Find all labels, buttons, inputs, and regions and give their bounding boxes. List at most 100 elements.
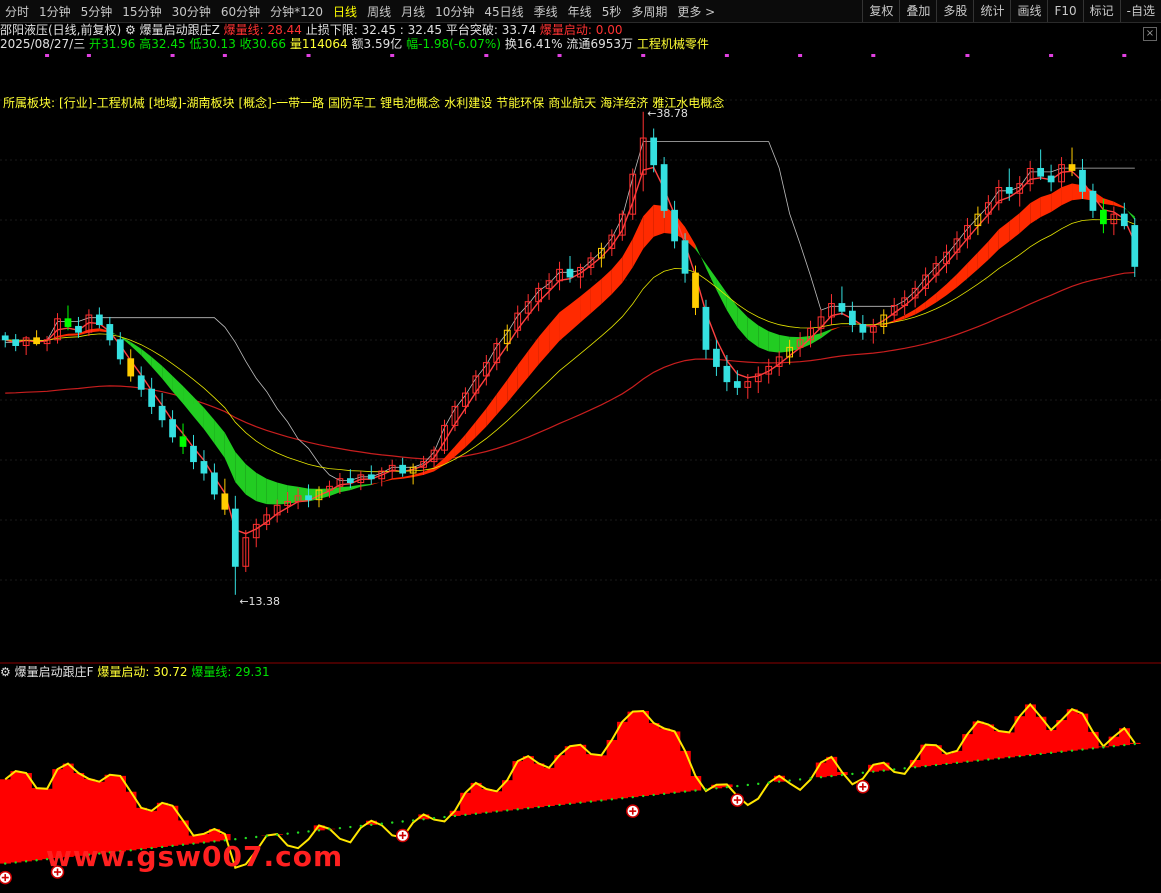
sub-fill-bar xyxy=(10,771,22,863)
sub-base-dot xyxy=(757,782,760,786)
sub-fill-bar xyxy=(20,773,32,862)
sub-base-dot xyxy=(1008,756,1011,759)
sub-fill-bar xyxy=(460,792,472,815)
tab-13[interactable]: 年线 xyxy=(563,3,597,20)
tab-14[interactable]: 5秒 xyxy=(597,3,627,20)
toolbar-btn-6[interactable]: 标记 xyxy=(1082,0,1120,22)
candle-body xyxy=(1120,213,1128,227)
tab-12[interactable]: 季线 xyxy=(529,3,563,20)
sub-base-dot xyxy=(380,822,383,825)
candle-body xyxy=(367,474,375,480)
sector-item-2[interactable]: [地域]-湖南板块 xyxy=(149,96,235,110)
sub-base-dot xyxy=(976,759,980,762)
sub-base-dot xyxy=(317,829,321,832)
sector-list: 所属板块: [行业]-工程机械 [地域]-湖南板块 [概念]-一带一路 国防军工 锂电池概… xyxy=(3,94,728,111)
settings-icon[interactable]: ⚙ xyxy=(0,665,11,679)
tab-10[interactable]: 10分钟 xyxy=(430,3,479,20)
sub-fill-bar xyxy=(1066,709,1078,751)
toolbar-btn-2[interactable]: 多股 xyxy=(936,0,973,22)
signal-dot xyxy=(45,54,50,57)
sector-item-5[interactable]: 锂电池概念 xyxy=(380,96,440,110)
min-price-label: ←13.38 xyxy=(239,595,280,608)
tab-7[interactable]: 日线 xyxy=(328,3,362,20)
sub-base-dot xyxy=(966,760,969,763)
toolbar-btn-0[interactable]: 复权 xyxy=(862,0,899,22)
ribbon-segment xyxy=(747,317,759,348)
ribbon-segment xyxy=(925,293,937,309)
tab-6[interactable]: 分钟*120 xyxy=(265,3,328,20)
sub-launch-label: 爆量启动: xyxy=(97,665,150,679)
toolbar-btn-1[interactable]: 叠加 xyxy=(899,0,936,22)
ribbon-segment xyxy=(549,312,560,353)
ribbon-segment xyxy=(956,263,968,288)
platform-value: 33.74 xyxy=(501,23,537,37)
toolbar-btn-5[interactable]: F10 xyxy=(1047,0,1082,22)
candle-body xyxy=(346,478,354,484)
sub-base-dot xyxy=(1039,752,1042,756)
tab-3[interactable]: 15分钟 xyxy=(117,3,166,20)
tab-1[interactable]: 1分钟 xyxy=(34,3,76,20)
candle-body xyxy=(838,303,846,312)
sector-item-4[interactable]: 国防军工 xyxy=(328,96,376,110)
sector-item-7[interactable]: 节能环保 xyxy=(496,96,544,110)
tab-5[interactable]: 60分钟 xyxy=(216,3,265,20)
high-label: 高 xyxy=(139,37,152,51)
tab-15[interactable]: 多周期 xyxy=(626,3,672,20)
sub-launch-value: 30.72 xyxy=(153,665,188,679)
sub-fill-bar xyxy=(491,791,503,812)
ribbon-segment xyxy=(371,481,382,485)
candle-body xyxy=(1,335,9,341)
settings-icon[interactable]: ⚙ xyxy=(125,23,136,37)
indicator-name[interactable]: 爆量启动跟庄Z xyxy=(140,23,220,37)
sub-base-dot xyxy=(1049,751,1053,755)
sub-base-dot xyxy=(600,799,603,802)
sub-indicator-name[interactable]: 爆量启动跟庄F xyxy=(15,665,94,679)
sector-item-8[interactable]: 商业航天 xyxy=(548,96,596,110)
close-icon[interactable]: × xyxy=(1143,27,1157,41)
tab-4[interactable]: 30分钟 xyxy=(167,3,216,20)
vol-value: 114064 xyxy=(301,37,348,51)
low-label: 低 xyxy=(189,37,202,51)
sub-base-dot xyxy=(704,788,708,791)
chart-canvas[interactable]: ←38.78←13.38 xyxy=(0,0,1161,893)
sector-item-10[interactable]: 雅江水电概念 xyxy=(652,96,724,110)
toolbar-btn-4[interactable]: 画线 xyxy=(1010,0,1047,22)
candle-body xyxy=(1068,164,1076,171)
sub-base-dot xyxy=(798,778,802,781)
sub-base-dot xyxy=(24,860,28,863)
ribbon-segment xyxy=(967,252,978,279)
candle-body xyxy=(692,272,699,308)
sector-item-1[interactable]: [行业]-工程机械 xyxy=(59,96,145,110)
candle-body xyxy=(116,339,124,360)
sub-base-dot xyxy=(893,768,896,771)
sector-item-3[interactable]: [概念]-一带一路 xyxy=(238,96,324,110)
sector-item-9[interactable]: 海洋经济 xyxy=(600,96,648,110)
signal-dot xyxy=(871,54,876,57)
sub-fill-bar xyxy=(1024,704,1036,756)
sub-base-dot xyxy=(579,801,582,804)
sub-base-dot xyxy=(652,793,655,797)
period-tabs: 分时 1分钟 5分钟 15分钟 30分钟 60分钟 分钟*120 日线 周线 月线 10分钟 45日线… xyxy=(0,3,720,20)
ribbon-segment xyxy=(528,337,539,378)
toolbar-btn-7[interactable]: -自选 xyxy=(1119,0,1161,22)
chg-value: -1.98(-6.07%) xyxy=(418,37,501,51)
tab-0[interactable]: 分时 xyxy=(0,3,34,20)
ribbon-segment xyxy=(1113,201,1125,209)
sub-base-dot xyxy=(411,819,415,822)
sub-base-dot xyxy=(621,797,624,800)
quote-line: 2025/08/27/三 开31.96 高32.45 低30.13 收30.66… xyxy=(0,37,709,51)
candle-body xyxy=(231,508,239,567)
sub-base-dot xyxy=(673,791,676,794)
candle-body xyxy=(650,137,658,166)
tab-11[interactable]: 45日线 xyxy=(479,3,528,20)
tab-8[interactable]: 周线 xyxy=(362,3,396,20)
sector-item-6[interactable]: 水利建设 xyxy=(444,96,492,110)
ribbon-segment xyxy=(946,274,957,296)
sub-base-dot xyxy=(788,779,791,782)
bl-label: 爆量线: xyxy=(223,23,264,37)
close-value: 30.66 xyxy=(251,37,287,51)
tab-16[interactable]: 更多 > xyxy=(672,3,720,20)
tab-2[interactable]: 5分钟 xyxy=(76,3,118,20)
toolbar-btn-3[interactable]: 统计 xyxy=(973,0,1010,22)
tab-9[interactable]: 月线 xyxy=(396,3,430,20)
